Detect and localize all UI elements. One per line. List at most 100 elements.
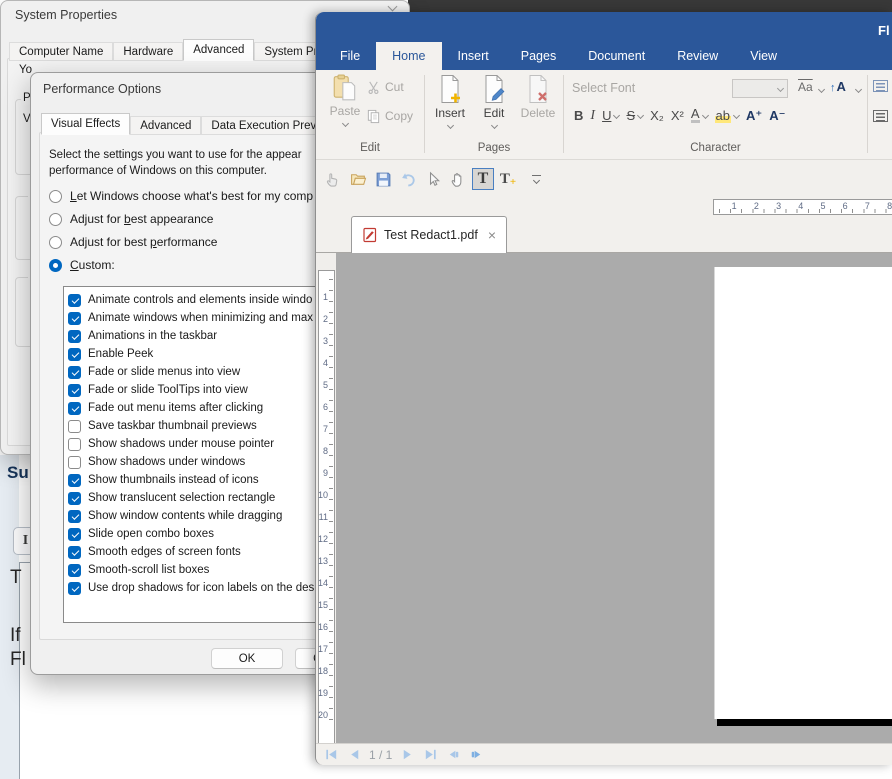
checkbox-slide-open-combo-boxes[interactable]: Slide open combo boxes [64,525,358,543]
checkbox-save-taskbar-thumbnail-previews[interactable]: Save taskbar thumbnail previews [64,417,358,435]
checkbox-show-window-contents-while-dragging[interactable]: Show window contents while dragging [64,507,358,525]
checkbox-animate-windows-when-minimizing-and-max[interactable]: Animate windows when minimizing and max [64,309,358,327]
checkbox-label: Use drop shadows for icon labels on the … [88,582,320,594]
last-page-icon[interactable] [422,747,438,763]
radio-circle-icon [49,236,62,249]
tab-computer-name[interactable]: Computer Name [9,42,113,61]
save-icon[interactable] [372,168,394,190]
chevron-down-icon[interactable] [388,2,398,12]
checkbox-smooth-scroll-list-boxes[interactable]: Smooth-scroll list boxes [64,561,358,579]
copy-button[interactable]: Copy [366,107,413,125]
italic-icon[interactable]: I [590,108,595,123]
text-add-icon[interactable]: T+ [497,168,519,190]
pdf-page[interactable] [714,267,892,719]
edit-page-button[interactable]: Edit [475,74,513,128]
radio-let-windows-choose-what-s-best-for-my-comp[interactable]: Let Windows choose what's best for my co… [49,186,313,206]
list-icon[interactable] [873,80,888,92]
tab-visual-effects[interactable]: Visual Effects [41,113,130,135]
align-text-icon[interactable] [873,110,888,122]
ribbon-tab-insert[interactable]: Insert [442,42,505,70]
vertical-ruler: 1234567891011121314151617181920 [318,270,335,752]
pointer-icon[interactable] [422,168,444,190]
radio-adjust-for-best-performance[interactable]: Adjust for best performance [49,232,313,252]
tab-advanced[interactable]: Advanced [130,116,201,135]
checkbox-animations-in-the-taskbar[interactable]: Animations in the taskbar [64,327,358,345]
ok-button[interactable]: OK [211,648,283,669]
open-folder-icon[interactable] [347,168,369,190]
checkbox-smooth-edges-of-screen-fonts[interactable]: Smooth edges of screen fonts [64,543,358,561]
select-font-label: Select Font [572,81,635,95]
char-spacing-icon[interactable]: Aa [798,80,813,94]
highlight-icon[interactable]: ab [715,108,739,123]
font-size-combobox[interactable] [732,79,788,98]
chevron-down-icon [701,112,708,119]
radio-label: Adjust for best performance [70,235,217,249]
ruler-number: 11 [319,513,328,522]
ribbon-tab-home[interactable]: Home [376,42,441,70]
tab-hardware[interactable]: Hardware [113,42,183,61]
grow-icon[interactable]: A⁺ [746,108,762,123]
ruler-number: 16 [318,623,328,632]
system-properties-tab-strip: Computer NameHardwareAdvancedSystem Prot… [9,39,368,61]
checkbox-icon [68,510,81,523]
ribbon-tab-review[interactable]: Review [661,42,734,70]
checkbox-enable-peek[interactable]: Enable Peek [64,345,358,363]
ruler-number: 18 [318,667,328,676]
edit-label: Edit [484,106,505,120]
paste-button[interactable]: Paste [326,74,364,126]
checkbox-icon [68,564,81,577]
ribbon-tab-pages[interactable]: Pages [505,42,572,70]
radio-adjust-for-best-appearance[interactable]: Adjust for best appearance [49,209,313,229]
checkbox-label: Fade out menu items after clicking [88,402,263,414]
checkbox-fade-or-slide-tooltips-into-view[interactable]: Fade or slide ToolTips into view [64,381,358,399]
checkbox-icon [68,312,81,325]
document-canvas[interactable] [336,253,892,743]
ribbon-tab-file[interactable]: File [324,42,376,70]
text-direction-icon[interactable]: ↑A [830,79,846,94]
view-forward-icon[interactable] [468,747,484,763]
checkbox-show-translucent-selection-rectangle[interactable]: Show translucent selection rectangle [64,489,358,507]
insert-page-button[interactable]: Insert [431,74,469,128]
checkbox-show-shadows-under-windows[interactable]: Show shadows under windows [64,453,358,471]
checkbox-label: Show thumbnails instead of icons [88,474,259,486]
font-color-icon[interactable]: A [691,108,708,123]
underline-icon[interactable]: U [602,108,619,123]
radio-custom[interactable]: Custom: [49,255,313,275]
next-page-icon[interactable] [399,747,415,763]
checkbox-use-drop-shadows-for-icon-labels-on-the-desk[interactable]: Use drop shadows for icon labels on the … [64,579,358,597]
subscript-icon[interactable]: X₂ [650,108,664,123]
bold-icon[interactable]: B [574,108,583,123]
close-tab-icon[interactable]: × [488,227,496,243]
prev-page-icon[interactable] [346,747,362,763]
cut-button[interactable]: Cut [366,78,413,96]
tab-advanced[interactable]: Advanced [183,39,254,61]
superscript-icon[interactable]: X² [671,108,684,123]
view-back-icon[interactable] [445,747,461,763]
hand-icon[interactable] [447,168,469,190]
pan-finger-icon[interactable] [322,168,344,190]
redaction-black-bar [717,719,892,726]
checkbox-show-thumbnails-instead-of-icons[interactable]: Show thumbnails instead of icons [64,471,358,489]
ruler-number: 6 [839,201,851,211]
undo-icon[interactable] [397,168,419,190]
ruler-number: 5 [817,201,829,211]
toolbar-overflow-icon[interactable] [522,168,544,190]
checkbox-animate-controls-and-elements-inside-windo[interactable]: Animate controls and elements inside win… [64,291,358,309]
description-text: Select the settings you want to use for … [49,147,302,179]
checkbox-icon [68,492,81,505]
copy-icon [366,109,381,124]
pages-group-label: Pages [425,142,563,154]
ribbon-tab-view[interactable]: View [734,42,793,70]
delete-page-button[interactable]: Delete [519,74,557,120]
shrink-icon[interactable]: A⁻ [769,108,785,123]
strike-icon[interactable]: S [626,108,643,123]
ribbon-tab-document[interactable]: Document [572,42,661,70]
checkbox-show-shadows-under-mouse-pointer[interactable]: Show shadows under mouse pointer [64,435,358,453]
checkbox-fade-or-slide-menus-into-view[interactable]: Fade or slide menus into view [64,363,358,381]
first-page-icon[interactable] [323,747,339,763]
text-tool-icon[interactable]: T [472,168,494,190]
chevron-down-icon [613,112,620,119]
checkbox-fade-out-menu-items-after-clicking[interactable]: Fade out menu items after clicking [64,399,358,417]
document-tab[interactable]: Test Redact1.pdf × [351,216,507,253]
checkbox-icon [68,384,81,397]
